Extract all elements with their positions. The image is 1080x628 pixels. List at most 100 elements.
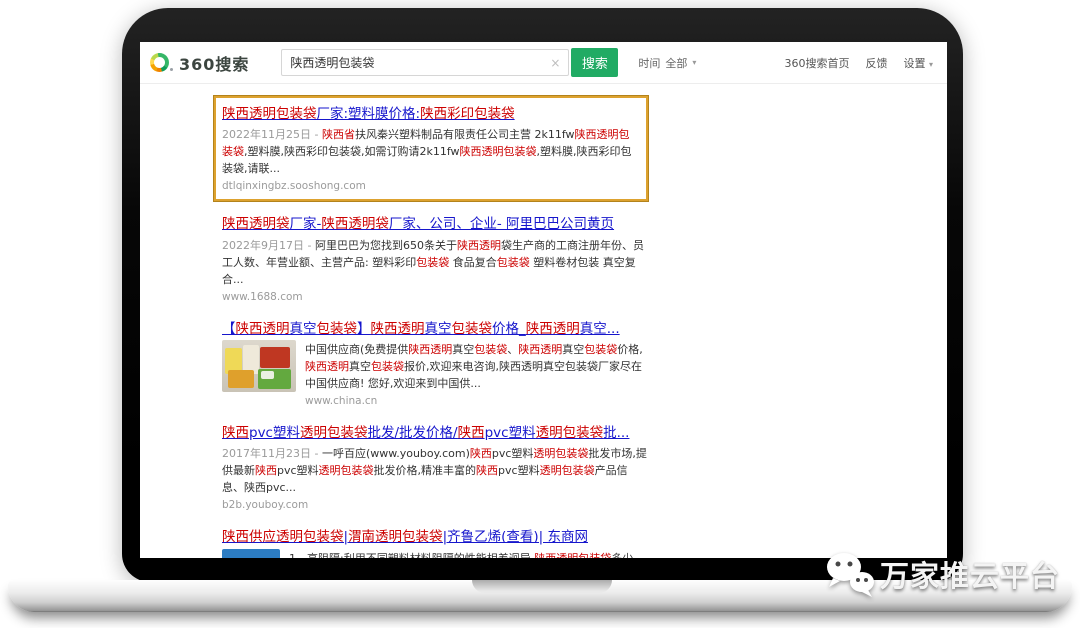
highlighted-term: 陕西透明 [408, 343, 452, 356]
result-snippet: 2022年9月17日 - 阿里巴巴为您找到650条关于陕西透明袋生产商的工商注册… [222, 237, 647, 288]
bag-shape [228, 370, 254, 388]
result-body: 2022年11月25日 - 陕西省扶风秦兴塑料制品有限责任公司主营 2k11fw… [222, 123, 639, 192]
laptop-screen: 360搜索 陕西透明包装袋 × 搜索 时间 全部 ▾ 360搜索首页 反馈 [140, 42, 947, 558]
text-segment: |齐鲁乙烯(查看)| 东商网 [443, 529, 588, 545]
text-segment: 厂家、公司、企业- 阿里巴巴公司黄页 [389, 216, 614, 232]
logo-text: 360搜索 [179, 51, 249, 75]
result-url: b2b.youboy.com [222, 499, 647, 511]
result-url: dtlqinxingbz.sooshong.com [222, 180, 639, 192]
text-segment: 真空 [562, 343, 584, 356]
results-list: 陕西透明包装袋厂家:塑料膜价格:陕西彩印包装袋 2022年11月25日 - 陕西省… [140, 84, 947, 558]
result-snippet: 中国供应商(免费提供陕西透明真空包装袋、陕西透明真空包装袋价格,陕西透明真空包装… [305, 341, 647, 392]
result-url: www.china.cn [305, 395, 647, 407]
laptop-hinge-notch [472, 580, 612, 593]
result-thumbnail-contact-card[interactable]: ≈齐鲁乙烯马经理18678200888 [222, 549, 280, 558]
highlighted-term: 陕西 [476, 464, 498, 477]
result-thumbnail-bags[interactable] [222, 340, 296, 392]
search-input[interactable]: 陕西透明包装袋 × [281, 49, 569, 76]
text-segment: 【 [222, 321, 236, 337]
highlighted-term: 透明包装袋 [319, 464, 374, 477]
text-segment: pvc塑料 [492, 447, 534, 460]
result-url: www.1688.com [222, 291, 647, 303]
chevron-down-icon: ▾ [692, 58, 696, 67]
highlighted-term: 透明包装袋 [540, 464, 595, 477]
feedback-link[interactable]: 反馈 [865, 55, 887, 71]
text-segment: pvc塑料 [498, 464, 540, 477]
text-segment: pvc塑料 [485, 425, 536, 441]
360-logo-ring-icon [150, 53, 169, 72]
highlighted-term: 包装袋 [317, 321, 358, 337]
highlighted-term: 陕西透明包装袋 [222, 106, 317, 122]
highlighted-term: 陕西透明 [526, 321, 580, 337]
result-text-col: 2017年11月23日 - 一呼百应(www.youboy.com)陕西pvc塑… [222, 442, 647, 511]
highlighted-term: 包装袋 [371, 360, 404, 373]
result-title-link[interactable]: 【陕西透明真空包装袋】陕西透明真空包装袋价格_陕西透明真空... [222, 320, 620, 338]
text-segment: 真空 [452, 343, 474, 356]
highlighted-term: 包装袋 [416, 256, 449, 269]
highlighted-term: 陕西透明 [518, 343, 562, 356]
highlighted-term: 陕西透明 [236, 321, 290, 337]
header-links: 360搜索首页 反馈 设置 ▾ [784, 55, 933, 71]
highlighted-term: 包装袋 [452, 321, 493, 337]
result-text-col: 中国供应商(免费提供陕西透明真空包装袋、陕西透明真空包装袋价格,陕西透明真空包装… [305, 338, 647, 407]
result-title-link[interactable]: 陕西透明包装袋厂家:塑料膜价格:陕西彩印包装袋 [222, 105, 515, 123]
result-title-link[interactable]: 陕西供应透明包装袋|渭南透明包装袋|齐鲁乙烯(查看)| 东商网 [222, 528, 588, 546]
search-button[interactable]: 搜索 [571, 48, 618, 77]
result-snippet: 2017年11月23日 - 一呼百应(www.youboy.com)陕西pvc塑… [222, 445, 647, 496]
page: 360搜索 陕西透明包装袋 × 搜索 时间 全部 ▾ 360搜索首页 反馈 [0, 0, 1080, 628]
bag-shape [260, 347, 290, 368]
text-segment: 2017年11月23日 - [222, 447, 322, 460]
search-result: 【陕西透明真空包装袋】陕西透明真空包装袋价格_陕西透明真空...中国供应商(免费… [222, 318, 647, 407]
highlighted-term: 包装袋 [497, 256, 530, 269]
highlighted-term: 陕西透明袋 [222, 216, 290, 232]
highlighted-term: 陕西透明包装袋 [534, 552, 611, 558]
time-filter-dropdown[interactable]: 时间 全部 ▾ [638, 55, 696, 71]
search-result: 陕西pvc塑料透明包装袋批发/批发价格/陕西pvc塑料透明包装袋批...2017… [222, 422, 647, 511]
text-segment: 价格, [617, 343, 643, 356]
time-filter-value: 全部 [665, 55, 687, 71]
text-segment: 】 [357, 321, 371, 337]
result-title-link[interactable]: 陕西透明袋厂家-陕西透明袋厂家、公司、企业- 阿里巴巴公司黄页 [222, 215, 614, 233]
highlighted-term: 陕西透明 [371, 321, 425, 337]
text-segment: 阿里巴巴为您找到650条关于 [315, 239, 457, 252]
highlighted-term: 陕西 [458, 425, 485, 441]
text-segment: 真空 [349, 360, 371, 373]
360-logo-dot-icon [170, 68, 173, 71]
text-segment: 1、高阻隔:利用不同塑料材料阻隔的性能相差迥异, [289, 552, 534, 558]
text-segment: 一呼百应(www.youboy.com) [322, 447, 470, 460]
highlighted-term: 陕西 [255, 464, 277, 477]
settings-dropdown[interactable]: 设置 ▾ [903, 55, 933, 71]
settings-label: 设置 [903, 57, 925, 70]
text-segment: 真空... [580, 321, 620, 337]
home-link[interactable]: 360搜索首页 [784, 55, 849, 71]
text-segment: 食品复合 [449, 256, 497, 269]
time-filter-label: 时间 [638, 55, 660, 71]
highlighted-term: 包装袋 [584, 343, 617, 356]
highlighted-term: 陕西透明包装袋 [460, 145, 537, 158]
text-segment: 2022年9月17日 - [222, 239, 315, 252]
search-header: 360搜索 陕西透明包装袋 × 搜索 时间 全部 ▾ 360搜索首页 反馈 [140, 42, 947, 84]
search-result: 陕西供应透明包装袋|渭南透明包装袋|齐鲁乙烯(查看)| 东商网≈齐鲁乙烯马经理1… [222, 526, 647, 558]
text-segment: 扶风秦兴塑料制品有限责任公司主营 2k11fw [355, 128, 575, 141]
text-segment: 批... [603, 425, 629, 441]
highlighted-term: 包装袋 [474, 343, 507, 356]
highlighted-term: 陕西 [470, 447, 492, 460]
laptop-lid: 360搜索 陕西透明包装袋 × 搜索 时间 全部 ▾ 360搜索首页 反馈 [122, 8, 963, 582]
result-body: ≈齐鲁乙烯马经理18678200888 1、高阻隔:利用不同塑料材料阻隔的性能相差… [222, 547, 647, 558]
360-search-logo[interactable]: 360搜索 [150, 51, 249, 75]
highlighted-term: 透明包装袋 [533, 447, 588, 460]
result-snippet: 2022年11月25日 - 陕西省扶风秦兴塑料制品有限责任公司主营 2k11fw… [222, 126, 639, 177]
text-segment: 价格_ [492, 321, 526, 337]
search-result: 陕西透明袋厂家-陕西透明袋厂家、公司、企业- 阿里巴巴公司黄页 2022年9月17… [222, 213, 647, 302]
chevron-down-icon: ▾ [929, 60, 933, 69]
result-title-link[interactable]: 陕西pvc塑料透明包装袋批发/批发价格/陕西pvc塑料透明包装袋批... [222, 424, 629, 442]
text-segment: 2022年11月25日 - [222, 128, 322, 141]
highlighted-term: 陕西透明袋 [321, 216, 389, 232]
highlighted-term: 陕西 [222, 425, 249, 441]
text-segment: 批发/批发价格/ [367, 425, 457, 441]
result-body: 中国供应商(免费提供陕西透明真空包装袋、陕西透明真空包装袋价格,陕西透明真空包装… [222, 338, 647, 407]
result-body: 2022年9月17日 - 阿里巴巴为您找到650条关于陕西透明袋生产商的工商注册… [222, 234, 647, 303]
highlighted-term: 渭南透明包装袋 [348, 529, 443, 545]
clear-icon[interactable]: × [544, 56, 560, 70]
text-segment: 中国供应商(免费提供 [305, 343, 408, 356]
